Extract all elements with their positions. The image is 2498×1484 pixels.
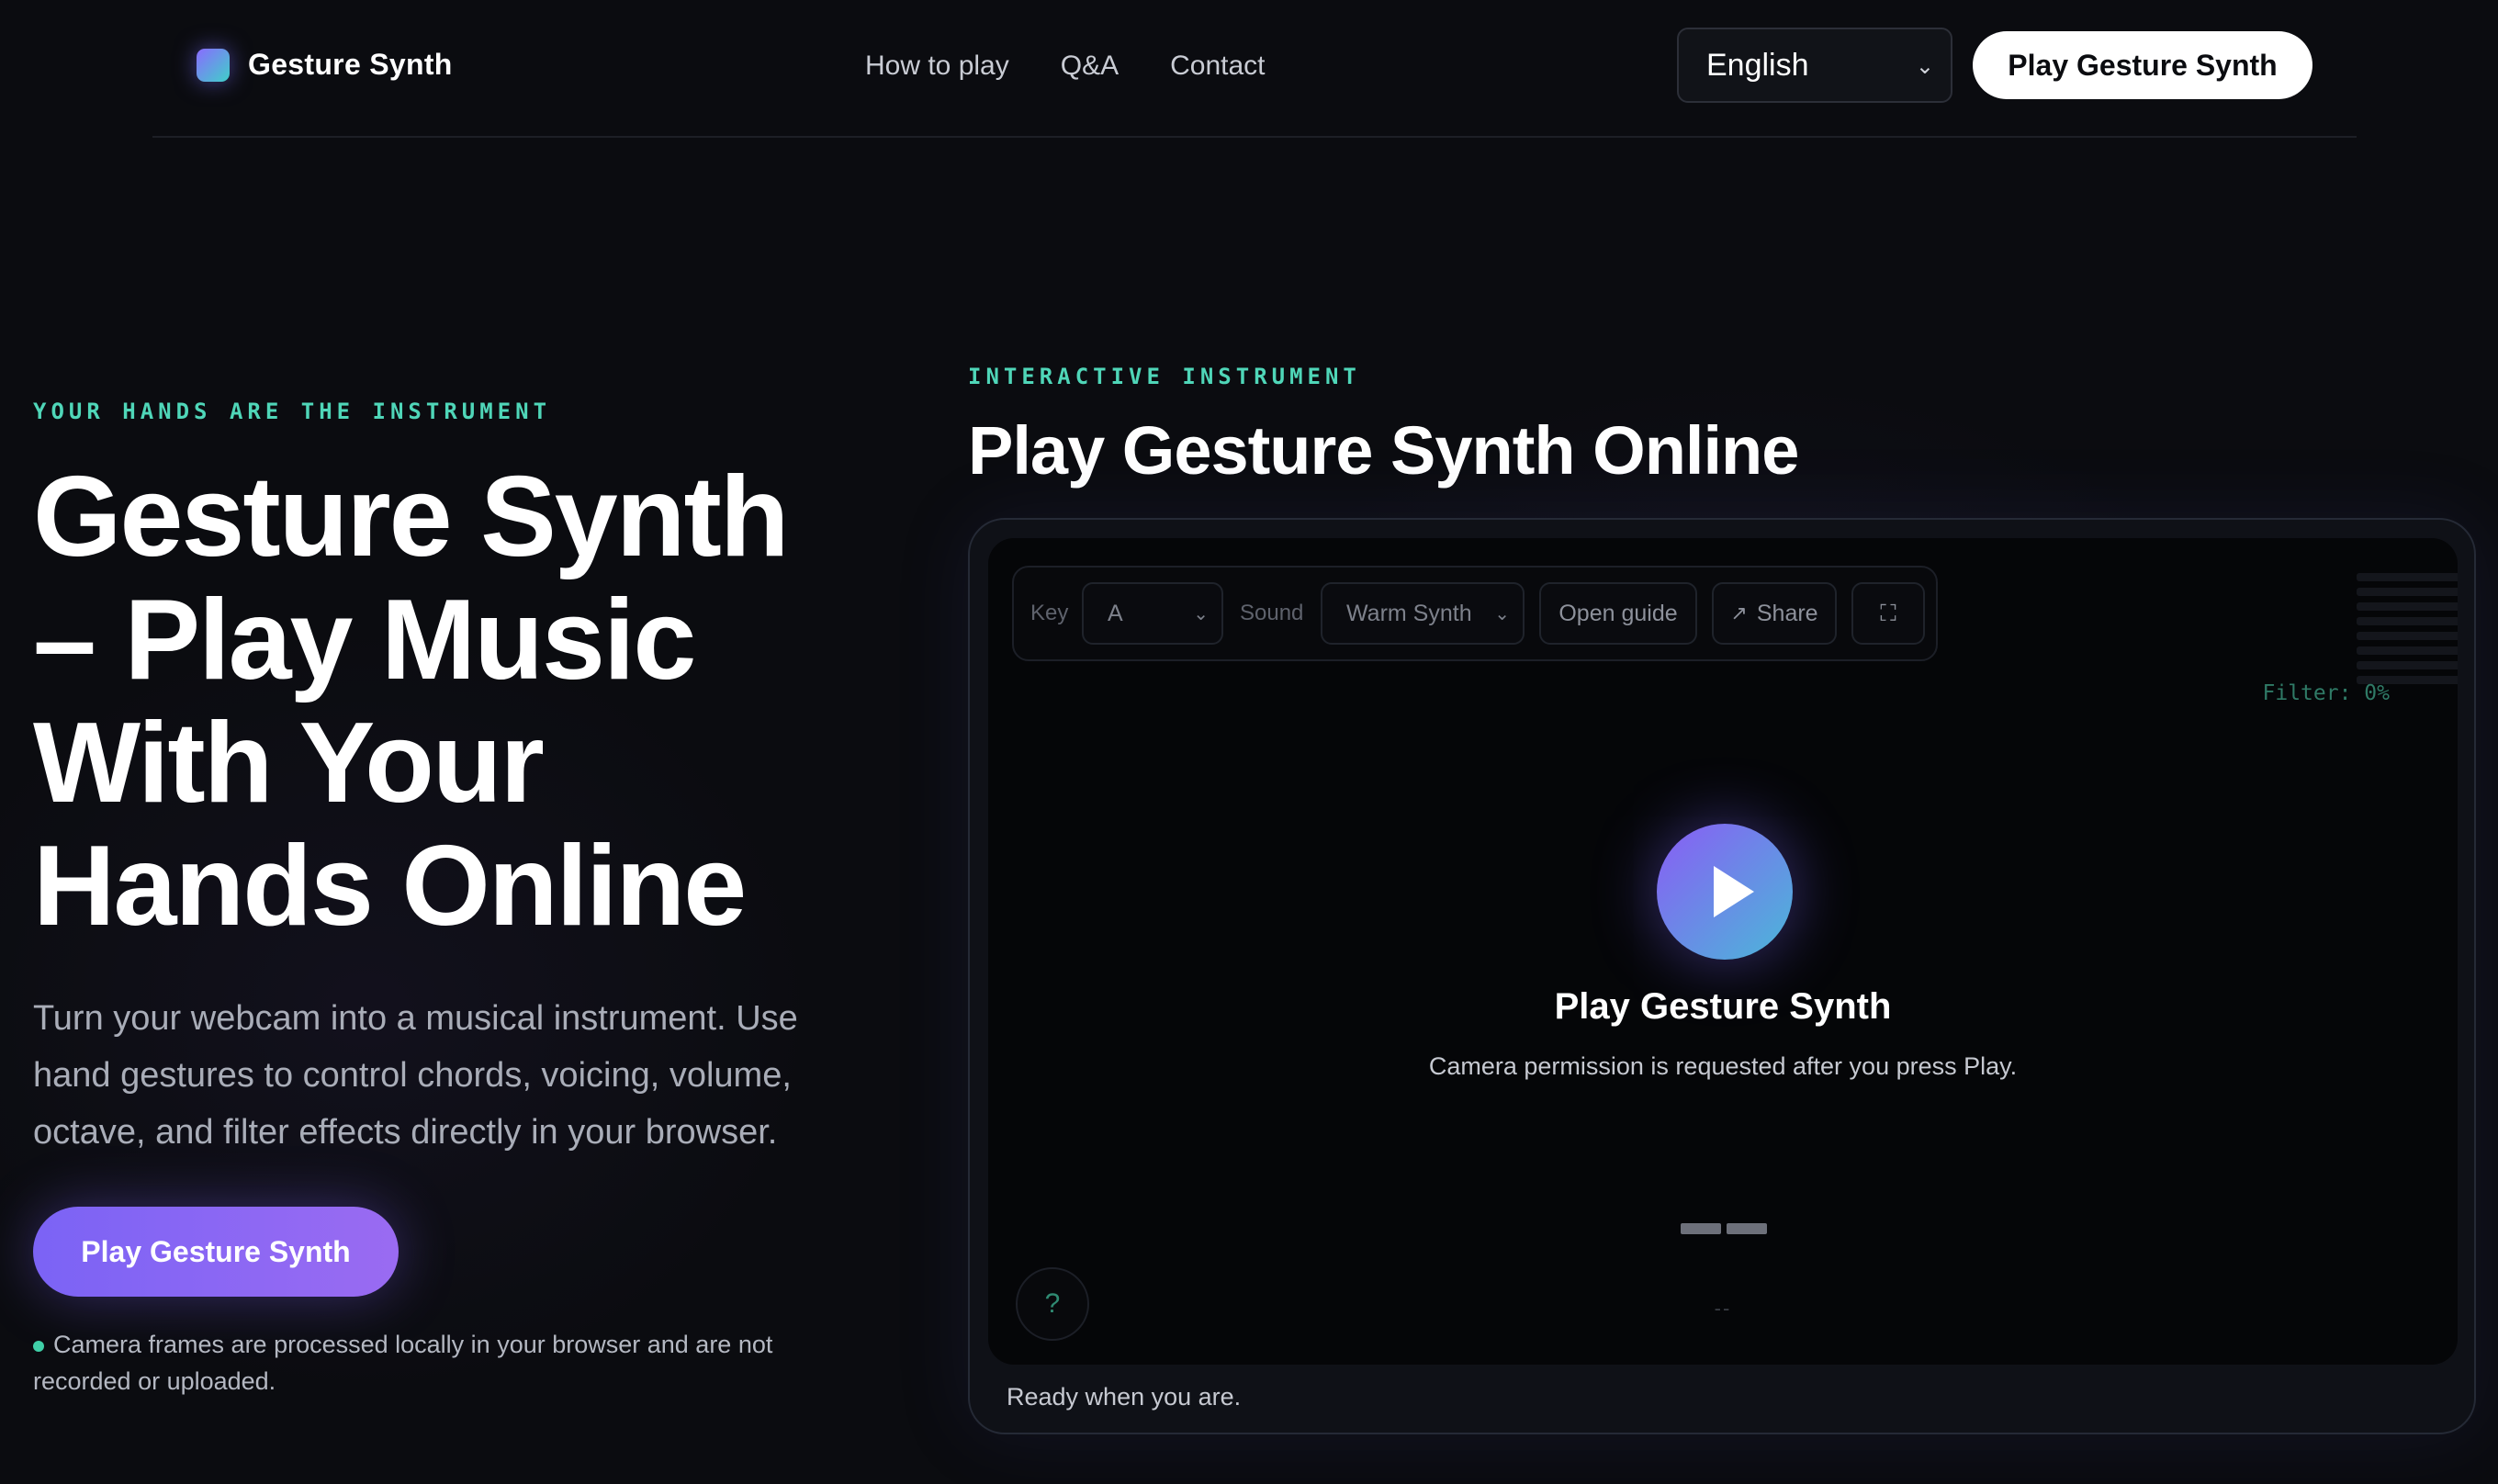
meter-bar: [2357, 617, 2458, 625]
chevron-down-icon: ⌄: [1193, 604, 1209, 624]
instrument-title: Play Gesture Synth Online: [968, 412, 1799, 489]
brand-name: Gesture Synth: [248, 48, 453, 81]
brand[interactable]: Gesture Synth: [197, 48, 453, 82]
hero-subtitle: Turn your webcam into a musical instrume…: [33, 999, 798, 1152]
instrument-stage: Key A ⌄ Sound Warm Synth ⌄ Open guide ↗ …: [988, 538, 2458, 1365]
dash: [1727, 1223, 1767, 1234]
chevron-down-icon: ⌄: [1494, 604, 1510, 624]
open-guide-button[interactable]: Open guide: [1539, 582, 1697, 645]
instrument-frame: Key A ⌄ Sound Warm Synth ⌄ Open guide ↗ …: [968, 518, 2476, 1434]
privacy-text: Camera frames are processed locally in y…: [33, 1331, 773, 1395]
fullscreen-button[interactable]: ⛶: [1851, 582, 1925, 645]
meter-bar: [2357, 602, 2458, 611]
privacy-note: Camera frames are processed locally in y…: [33, 1326, 860, 1400]
key-value: A: [1108, 600, 1123, 626]
brand-logo-icon: [197, 48, 230, 82]
stage-title: Play Gesture Synth: [1554, 986, 1892, 1027]
stage-subtitle: Camera permission is requested after you…: [1428, 1052, 2018, 1080]
share-icon: ↗: [1730, 601, 1748, 624]
key-select[interactable]: A ⌄: [1082, 582, 1223, 645]
header-play-button[interactable]: Play Gesture Synth: [1973, 31, 2312, 99]
meter-bar: [2357, 573, 2458, 581]
note-placeholder: --: [1714, 1297, 1732, 1320]
meter-bar: [2357, 588, 2458, 596]
nav-how-to-play[interactable]: How to play: [865, 48, 1009, 84]
level-meter: [2357, 573, 2458, 691]
key-label: Key: [1030, 601, 1069, 625]
status-dot-icon: [33, 1340, 44, 1352]
filter-readout: Filter: 0%: [2262, 681, 2390, 705]
fullscreen-icon: ⛶: [1880, 600, 1896, 626]
share-label: Share: [1756, 600, 1818, 626]
instrument-toolbar: Key A ⌄ Sound Warm Synth ⌄ Open guide ↗ …: [1012, 566, 1938, 661]
sound-value: Warm Synth: [1346, 600, 1472, 626]
share-button[interactable]: ↗ Share: [1712, 582, 1837, 645]
meter-bar: [2357, 661, 2458, 669]
language-value: English: [1706, 47, 1809, 83]
nav-contact[interactable]: Contact: [1170, 48, 1265, 84]
sound-label: Sound: [1240, 601, 1304, 625]
play-button[interactable]: [1657, 824, 1793, 960]
nav-qa[interactable]: Q&A: [1061, 48, 1119, 84]
chevron-down-icon: ⌄: [1915, 54, 1934, 79]
chord-placeholder: [1681, 1223, 1767, 1234]
sound-select[interactable]: Warm Synth ⌄: [1321, 582, 1525, 645]
help-button[interactable]: ?: [1016, 1267, 1089, 1341]
status-text: Ready when you are.: [1007, 1383, 1242, 1411]
instrument-eyebrow: INTERACTIVE INSTRUMENT: [968, 364, 1361, 389]
meter-bar: [2357, 646, 2458, 655]
meter-bar: [2357, 632, 2458, 640]
hero-title: Gesture Synth – Play Music With Your Han…: [33, 454, 790, 950]
dash: [1681, 1223, 1721, 1234]
site-header: Gesture Synth How to play Q&A Contact En…: [152, 0, 2357, 138]
language-select[interactable]: English ⌄: [1677, 28, 1952, 103]
hero-eyebrow: YOUR HANDS ARE THE INSTRUMENT: [33, 399, 552, 424]
main-nav: How to play Q&A Contact: [865, 48, 1266, 84]
play-icon: [1714, 866, 1754, 917]
hero-play-button[interactable]: Play Gesture Synth: [33, 1207, 399, 1297]
